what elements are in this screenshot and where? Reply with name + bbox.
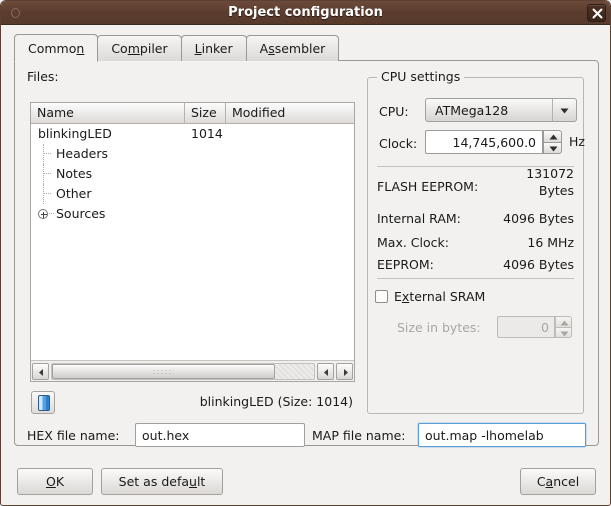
scrollbar-thumb[interactable] — [52, 364, 275, 379]
tree-line — [43, 184, 44, 204]
column-header-modified[interactable]: Modified — [226, 103, 354, 124]
cpu-settings-legend: CPU settings — [377, 69, 464, 84]
spin-down-icon — [549, 146, 558, 152]
tab-compiler[interactable]: Compiler — [97, 35, 181, 61]
table-row[interactable]: Headers — [31, 144, 354, 164]
external-sram-checkbox[interactable] — [375, 290, 388, 303]
clock-stepper-up[interactable] — [543, 130, 562, 142]
scroll-left-button[interactable] — [32, 363, 49, 380]
tree-line — [44, 173, 51, 174]
ok-button[interactable]: OK — [17, 468, 93, 495]
hex-file-name-value: out.hex — [142, 424, 189, 446]
file-tree[interactable]: Name Size Modified blinkingLED 1014 Head… — [30, 102, 355, 382]
clock-unit-label: Hz — [569, 134, 585, 149]
map-file-name-label: MAP file name: — [312, 428, 406, 443]
tree-line — [43, 144, 44, 164]
spin-down-icon — [560, 331, 569, 337]
scrollbar-grip — [152, 369, 174, 376]
table-row[interactable]: Sources — [31, 204, 354, 224]
file-tree-status: blinkingLED (Size: 1014) — [151, 394, 353, 409]
chevron-down-icon — [560, 108, 569, 114]
cpu-label: CPU: — [379, 104, 409, 119]
clock-input-value: 14,745,600.0 — [453, 131, 537, 155]
file-tree-header: Name Size Modified — [31, 103, 354, 124]
max-clock-value: 16 MHz — [444, 235, 574, 250]
set-as-default-button[interactable]: Set as default — [101, 468, 223, 495]
external-sram-label[interactable]: External SRAM — [394, 289, 485, 304]
cancel-button[interactable]: Cancel — [520, 468, 596, 495]
size-in-bytes-input: 0 — [497, 316, 555, 338]
horizontal-scrollbar[interactable] — [31, 360, 354, 381]
tab-linker[interactable]: Linker — [181, 35, 247, 61]
tab-common[interactable]: Common — [14, 34, 98, 62]
tree-item-label: Headers — [56, 144, 108, 164]
close-x-icon — [592, 8, 603, 19]
tree-item-label: blinkingLED — [38, 124, 112, 144]
project-configuration-dialog: Project configuration Common Compiler Li… — [0, 0, 611, 506]
tree-item-label: Notes — [56, 164, 92, 184]
scroll-right-button[interactable] — [336, 363, 353, 380]
hex-file-name-label: HEX file name: — [27, 428, 120, 443]
cpu-select[interactable]: ATMega128 — [425, 98, 577, 122]
dialog-title: Project configuration — [1, 1, 610, 25]
tree-item-label: Sources — [56, 204, 105, 224]
size-in-bytes-label: Size in bytes: — [397, 320, 481, 335]
cpu-select-value: ATMega128 — [435, 99, 508, 123]
flash-eeprom-value-line2: Bytes — [444, 183, 574, 198]
tree-line — [49, 213, 54, 214]
arrow-left-icon — [37, 368, 46, 377]
scroll-left-button-secondary[interactable] — [317, 363, 334, 380]
column-header-name[interactable]: Name — [31, 103, 185, 124]
eeprom-label: EEPROM: — [377, 257, 434, 272]
tree-line — [44, 153, 51, 154]
spin-up-icon — [560, 320, 569, 326]
file-tree-rows: blinkingLED 1014 Headers Notes Other — [31, 124, 354, 361]
max-clock-label: Max. Clock: — [377, 235, 449, 250]
cpu-select-arrow[interactable] — [552, 99, 576, 121]
eeprom-value: 4096 Bytes — [444, 257, 574, 272]
divider — [377, 278, 574, 279]
size-stepper-down — [555, 327, 572, 338]
table-row[interactable]: Notes — [31, 164, 354, 184]
flash-eeprom-value-line1: 131072 — [444, 166, 574, 181]
clock-stepper[interactable] — [543, 130, 562, 154]
internal-ram-value: 4096 Bytes — [444, 211, 574, 226]
tree-line — [44, 193, 51, 194]
spin-up-icon — [549, 134, 558, 140]
title-bar[interactable]: Project configuration — [1, 1, 610, 25]
expand-plus-icon[interactable] — [38, 209, 48, 219]
chip-icon — [38, 395, 50, 411]
files-label: Files: — [27, 69, 59, 84]
scrollbar-trough[interactable] — [51, 363, 315, 380]
column-header-size[interactable]: Size — [185, 103, 226, 124]
tab-assembler[interactable]: Assembler — [246, 35, 340, 61]
table-row[interactable]: blinkingLED 1014 — [31, 124, 354, 144]
arrow-left-icon — [322, 368, 331, 377]
size-in-bytes-stepper — [555, 316, 572, 338]
chip-button[interactable] — [31, 391, 55, 414]
size-in-bytes-value: 0 — [541, 317, 549, 339]
tree-item-size: 1014 — [191, 124, 223, 144]
dialog-button-bar: OK Set as default Cancel — [1, 459, 610, 504]
map-file-name-value: out.map -lhomelab — [425, 424, 544, 446]
tree-item-label: Other — [56, 184, 92, 204]
tab-bar: Common Compiler Linker Assembler — [14, 34, 338, 61]
close-button[interactable] — [587, 4, 606, 22]
clock-input[interactable]: 14,745,600.0 — [425, 130, 543, 154]
hex-file-name-input[interactable]: out.hex — [135, 423, 305, 447]
map-file-name-input[interactable]: out.map -lhomelab — [418, 423, 586, 447]
clock-stepper-down[interactable] — [543, 142, 562, 154]
size-stepper-up — [555, 316, 572, 327]
table-row[interactable]: Other — [31, 184, 354, 204]
tree-line — [43, 164, 44, 184]
arrow-right-icon — [341, 368, 350, 377]
clock-label: Clock: — [379, 136, 417, 151]
